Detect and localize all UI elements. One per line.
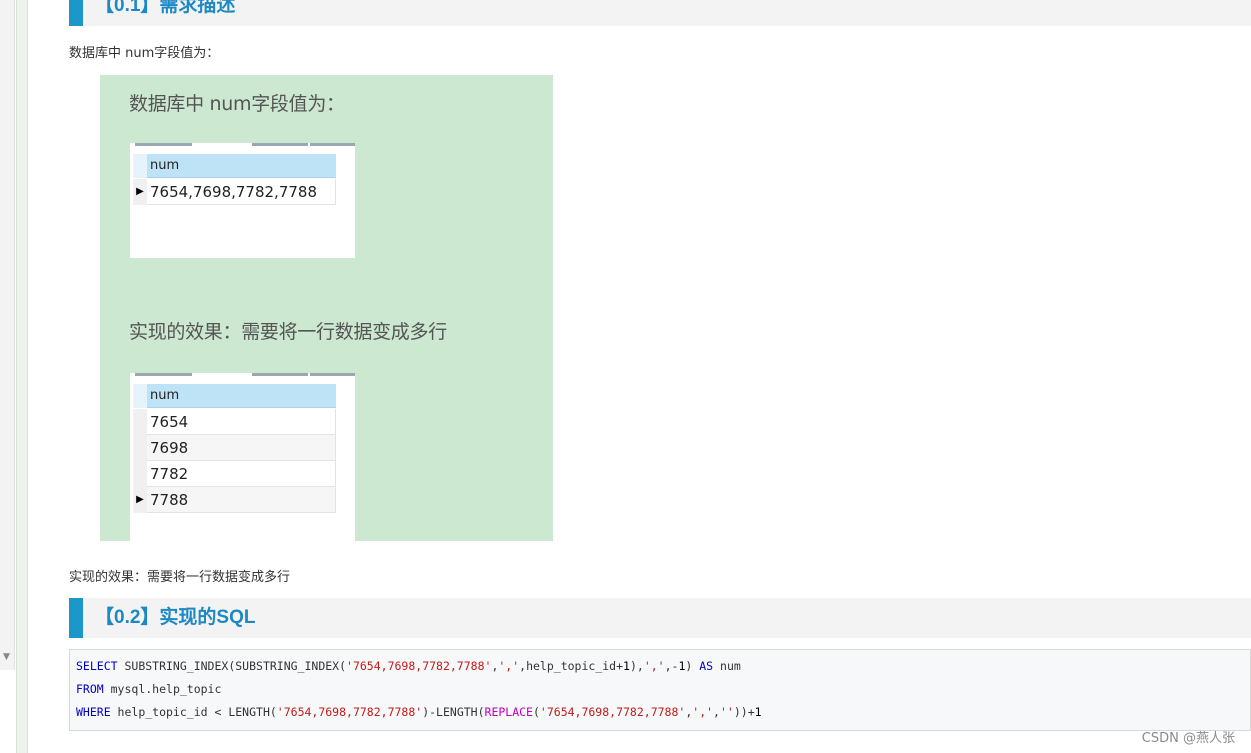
table-row: 7698 (147, 435, 336, 461)
sql-code-block[interactable]: SELECT SUBSTRING_INDEX(SUBSTRING_INDEX('… (69, 649, 1251, 731)
code-line-3: WHERE help_topic_id < LENGTH('7654,7698,… (76, 705, 762, 719)
grid-column-header: num (147, 384, 336, 408)
table-row: 7782 (147, 461, 336, 487)
scroll-track[interactable] (0, 0, 15, 670)
figure-title-1: 数据库中 num字段值为： (129, 93, 345, 115)
data-grid-after: num 7654 7698 7782 ▶ 7788 (130, 373, 355, 541)
paragraph-num-field: 数据库中 num字段值为： (69, 46, 220, 61)
code-line-1: SELECT SUBSTRING_INDEX(SUBSTRING_INDEX('… (76, 659, 741, 673)
grid-column-header: num (147, 154, 336, 178)
table-row: 7654,7698,7782,7788 (147, 179, 336, 205)
data-grid-before: num ▶ 7654,7698,7782,7788 (130, 143, 355, 258)
section-heading-requirements: 【0.1】需求描述 (69, 0, 1251, 26)
row-pointer-icon: ▶ (133, 487, 147, 513)
illustration-image: 数据库中 num字段值为： num ▶ 7654,7698,7782,7788 … (100, 75, 553, 541)
watermark: CSDN @燕人张 (1141, 731, 1235, 746)
figure-title-2: 实现的效果：需要将一行数据变成多行 (129, 321, 447, 343)
code-line-2: FROM mysql.help_topic (76, 682, 222, 696)
section-heading-sql: 【0.2】实现的SQL (69, 598, 1251, 638)
left-gutter: ▼ (0, 0, 28, 753)
paragraph-effect: 实现的效果：需要将一行数据变成多行 (69, 570, 291, 585)
side-strip (16, 0, 28, 753)
table-row: 7788 (147, 487, 336, 513)
row-pointer-icon: ▶ (133, 179, 147, 205)
table-row: 7654 (147, 409, 336, 435)
caret-down-icon[interactable]: ▼ (3, 652, 10, 662)
